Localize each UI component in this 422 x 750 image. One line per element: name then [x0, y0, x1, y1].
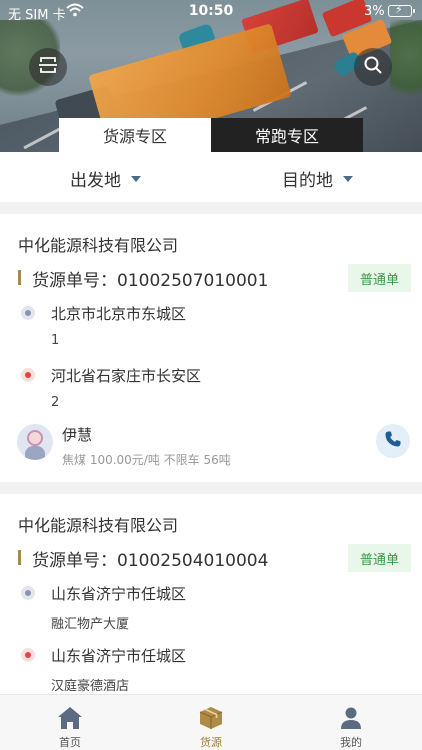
destination-filter[interactable]: 目的地: [282, 166, 353, 191]
clock: 10:50: [188, 3, 234, 19]
destination-filter-label: 目的地: [282, 171, 333, 191]
battery-icon: ⚡: [388, 3, 415, 17]
scan-button[interactable]: [29, 48, 67, 86]
tab-goods-label: 货源: [200, 736, 222, 749]
company-name: 中化能源科技有限公司: [18, 516, 179, 535]
tab-home[interactable]: 首页: [0, 695, 140, 750]
listing-card[interactable]: 中化能源科技有限公司 货源单号：01002507010001 普通单 北京市北京…: [0, 214, 422, 482]
phone-icon: [384, 430, 402, 452]
company-name: 中化能源科技有限公司: [18, 236, 179, 255]
origin-filter[interactable]: 出发地: [70, 166, 141, 191]
destination-detail: 汉庭豪德酒店: [51, 679, 130, 694]
order-marker: [18, 550, 21, 565]
origin-place: 山东省济宁市任城区: [51, 585, 187, 603]
tab-regular-zone[interactable]: 常跑专区: [211, 118, 363, 152]
origin-filter-label: 出发地: [70, 171, 121, 191]
order-marker: [18, 270, 21, 285]
contact-name: 伊慧: [62, 426, 93, 444]
box-icon: [199, 704, 223, 730]
battery-percent: 3%: [364, 4, 385, 19]
tab-goods[interactable]: 货源: [141, 695, 281, 750]
order-type-badge: 普通单: [348, 264, 411, 292]
search-button[interactable]: [354, 48, 392, 86]
scan-icon: [38, 55, 58, 79]
origin-detail: 1: [51, 333, 60, 348]
tab-mine[interactable]: 我的: [281, 695, 421, 750]
origin-dot-icon: [21, 586, 35, 600]
status-bar: 无 SIM 卡 10:50 3% ⚡: [0, 0, 422, 24]
cargo-info: 焦煤 100.00元/吨 不限车 56吨: [62, 453, 231, 467]
origin-place: 北京市北京市东城区: [51, 305, 187, 323]
avatar: [17, 424, 53, 460]
tab-goods-zone[interactable]: 货源专区: [59, 118, 211, 152]
order-number: 货源单号：01002504010004: [32, 551, 269, 571]
caret-down-icon: [131, 175, 141, 182]
caret-down-icon: [343, 175, 353, 182]
origin-detail: 融汇物产大厦: [51, 617, 130, 632]
app-screen: 无 SIM 卡 10:50 3% ⚡ 货源专区 常跑专区 出发地 目的地 中化能…: [0, 0, 422, 750]
tab-home-label: 首页: [59, 736, 81, 749]
destination-dot-icon: [21, 648, 35, 662]
order-number: 货源单号：01002507010001: [32, 271, 269, 291]
tab-mine-label: 我的: [340, 736, 362, 749]
destination-dot-icon: [21, 368, 35, 382]
search-icon: [363, 55, 383, 79]
destination-place: 河北省石家庄市长安区: [51, 367, 202, 385]
order-type-badge: 普通单: [348, 544, 411, 572]
bottom-tab-bar: 首页 货源 我的: [0, 694, 422, 750]
call-button[interactable]: [376, 424, 410, 458]
filter-bar: 出发地 目的地: [0, 152, 422, 202]
user-icon: [339, 704, 363, 730]
listing-card[interactable]: 中化能源科技有限公司 货源单号：01002504010004 普通单 山东省济宁…: [0, 494, 422, 704]
destination-detail: 2: [51, 395, 60, 410]
origin-dot-icon: [21, 306, 35, 320]
destination-place: 山东省济宁市任城区: [51, 647, 187, 665]
home-icon: [57, 704, 83, 730]
